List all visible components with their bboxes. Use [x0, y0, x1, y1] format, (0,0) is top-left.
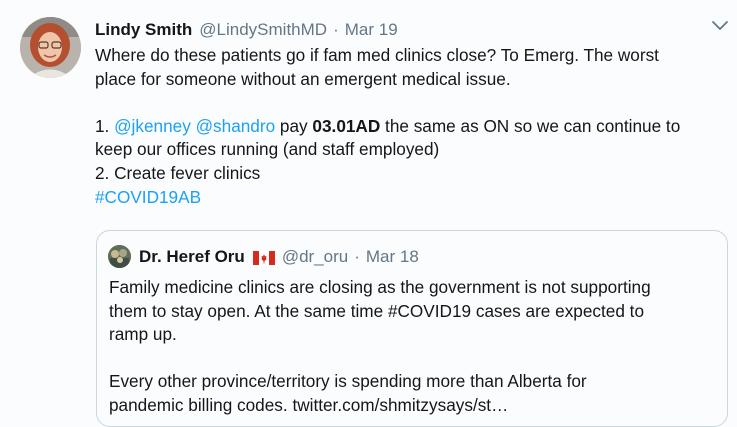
author-name[interactable]: Lindy Smith: [95, 20, 192, 40]
mention-link[interactable]: @shandro: [196, 116, 276, 136]
quoted-author-handle: @dr_oru: [281, 247, 349, 266]
quoted-line: Every other province/territory is spendi…: [109, 371, 587, 392]
quoted-author-name: Dr. Heref Oru: [139, 247, 245, 266]
quoted-line: ramp up.: [109, 324, 177, 345]
tweet-header: Lindy Smith @LindySmithMD · Mar 19: [95, 18, 715, 42]
author-handle[interactable]: @LindySmithMD: [199, 20, 327, 40]
quoted-line: pandemic billing codes. twitter.com/shmi…: [109, 394, 509, 415]
quoted-line: Family medicine clinics are closing as t…: [109, 277, 651, 297]
chevron-down-icon[interactable]: [710, 18, 730, 34]
separator-dot: ·: [354, 247, 360, 266]
quoted-text: Family medicine clinics are closing as t…: [109, 276, 721, 418]
quoted-tweet[interactable]: Dr. Heref Oru @dr_oru · Mar 18 Family me…: [96, 230, 728, 427]
tweet[interactable]: Lindy Smith @LindySmithMD · Mar 19 Where…: [0, 0, 737, 427]
hashtag-link[interactable]: #COVID19AB: [95, 186, 715, 210]
quoted-avatar: [108, 245, 131, 268]
list-item-1: 1. @jkenney @shandro pay 03.01AD the sam…: [95, 115, 715, 139]
list-number: 1.: [95, 115, 115, 136]
tweet-text: Where do these patients go if fam med cl…: [95, 44, 715, 209]
separator-dot: ·: [333, 20, 339, 39]
quoted-date: Mar 18: [365, 247, 419, 266]
tweet-line: place for someone without an emergent me…: [95, 68, 511, 89]
tweet-text-fragment: the same as ON so we can continue to: [380, 115, 681, 136]
tweet-content: Lindy Smith @LindySmithMD · Mar 19 Where…: [95, 18, 715, 209]
quoted-line: them to stay open. At the same time #COV…: [109, 300, 645, 321]
tweet-date[interactable]: Mar 19: [345, 20, 398, 40]
list-item-2: 2. Create fever clinics: [95, 162, 261, 183]
mention-link[interactable]: @jkenney: [114, 116, 191, 136]
tweet-line: Where do these patients go if fam med cl…: [95, 45, 659, 65]
quoted-header: Dr. Heref Oru @dr_oru · Mar 18: [139, 245, 419, 269]
avatar[interactable]: [20, 17, 81, 78]
tweet-text-fragment: pay: [275, 115, 313, 136]
tweet-line: keep our offices running (and staff empl…: [95, 139, 440, 160]
canada-flag-icon: [252, 250, 275, 265]
billing-code: 03.01AD: [312, 115, 381, 136]
